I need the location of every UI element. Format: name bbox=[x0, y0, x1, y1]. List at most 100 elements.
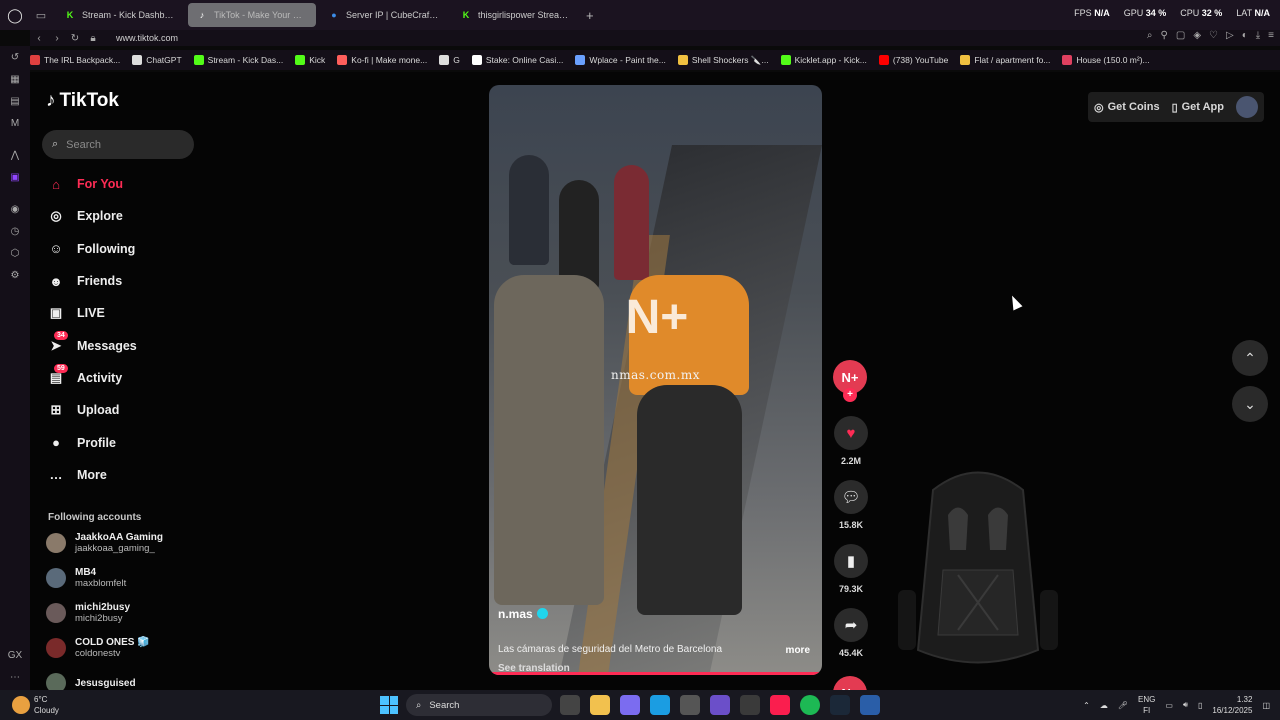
following-account[interactable]: JaakkoAA Gaming jaakkoaa_gaming_ bbox=[46, 528, 206, 558]
user-avatar[interactable] bbox=[1236, 96, 1258, 118]
chevron-up-icon[interactable]: ⌃ bbox=[1083, 701, 1090, 710]
taskbar-search[interactable]: ⌕ Search bbox=[406, 694, 552, 716]
tab-kick-dashboard[interactable]: K Stream - Kick Dashboard bbox=[56, 3, 184, 27]
following-account[interactable]: COLD ONES 🧊 coldonestv bbox=[46, 633, 206, 663]
gx-control-icon[interactable]: ⋀ bbox=[0, 144, 30, 166]
battery-icon[interactable]: ▯ bbox=[1198, 701, 1202, 710]
task-view-icon[interactable] bbox=[560, 695, 580, 715]
store-icon[interactable] bbox=[680, 695, 700, 715]
twitch-icon[interactable]: ▦ bbox=[0, 68, 30, 90]
extensions-icon[interactable]: ◐ bbox=[1242, 30, 1248, 41]
sidebar-item-explore[interactable]: ◎ Explore bbox=[46, 200, 196, 232]
heart-icon[interactable]: ♡ bbox=[1209, 30, 1218, 41]
bookmark-item[interactable]: Stake: Online Casi... bbox=[471, 55, 563, 65]
menu-icon[interactable]: ≡ bbox=[1268, 30, 1274, 41]
zoom-icon[interactable]: ⌕ bbox=[1147, 30, 1153, 41]
bookmark-item[interactable]: The IRL Backpack... bbox=[30, 55, 120, 65]
cube-icon[interactable]: ⬡ bbox=[0, 242, 30, 264]
tab-tiktok[interactable]: ♪ TikTok - Make Your Day bbox=[188, 3, 316, 27]
language-indicator[interactable]: ENG FI bbox=[1138, 694, 1155, 716]
tab-thisgirlispower[interactable]: K thisgirlispower Stream - V bbox=[452, 3, 580, 27]
opera-logo-icon[interactable]: ◯ bbox=[0, 0, 30, 30]
windows-start-icon[interactable] bbox=[380, 696, 398, 714]
search-placeholder: Search bbox=[66, 138, 102, 151]
volume-icon[interactable]: 🔊︎ bbox=[1183, 700, 1188, 710]
tab-cubecraft[interactable]: ● Server IP | CubeCraft Ga bbox=[320, 3, 448, 27]
caption-more-button[interactable]: more bbox=[786, 645, 810, 656]
bookmark-item[interactable]: Stream - Kick Das... bbox=[193, 55, 283, 65]
sidebar-more-icon[interactable]: ⋯ bbox=[0, 666, 30, 688]
video-progress-bar[interactable] bbox=[489, 672, 822, 675]
download-icon[interactable]: ⤓ bbox=[1256, 30, 1260, 41]
tiktok-logo[interactable]: ♪ TikTok bbox=[46, 90, 119, 112]
app-icon[interactable] bbox=[860, 695, 880, 715]
bookmark-item[interactable]: House (150.0 m²)... bbox=[1062, 55, 1150, 65]
sidebar-item-upload[interactable]: ⊞ Upload bbox=[46, 394, 196, 426]
sidebar-item-live[interactable]: ▣ LIVE bbox=[46, 297, 196, 329]
following-account[interactable]: michi2busy michi2busy bbox=[46, 598, 206, 628]
get-coins-button[interactable]: ◎ Get Coins bbox=[1094, 101, 1160, 114]
edge-icon[interactable] bbox=[650, 695, 670, 715]
player-sidebar-icon[interactable]: ◉ bbox=[0, 198, 30, 220]
video-author[interactable]: n.mas bbox=[498, 607, 548, 621]
search-input[interactable]: ⌕ Search bbox=[42, 130, 194, 159]
back-icon[interactable]: ‹ bbox=[30, 33, 48, 44]
copilot-icon[interactable] bbox=[620, 695, 640, 715]
weather-widget[interactable]: 6°C Cloudy bbox=[12, 694, 59, 716]
bookmark-item[interactable]: ChatGPT bbox=[132, 55, 182, 65]
creator-avatar[interactable]: N+ + bbox=[833, 360, 867, 402]
sidebar-item-activity[interactable]: ▤ 59 Activity bbox=[46, 362, 196, 394]
sidebar-item-more[interactable]: … More bbox=[46, 459, 196, 491]
clock-icon[interactable]: ◷ bbox=[0, 220, 30, 242]
history-icon[interactable]: ↺ bbox=[0, 46, 30, 68]
video-player[interactable]: N+ nmas.com.mx n.mas Las cámaras de segu… bbox=[489, 85, 822, 675]
microphone-icon[interactable]: 🎤︎ bbox=[1118, 701, 1128, 710]
player-icon[interactable]: ▷ bbox=[1226, 30, 1234, 41]
following-account[interactable]: MB4 maxblomfelt bbox=[46, 563, 206, 593]
snapshot-icon[interactable]: ▢ bbox=[1176, 30, 1185, 41]
app-icon[interactable] bbox=[740, 695, 760, 715]
app-icon[interactable] bbox=[710, 695, 730, 715]
steam-icon[interactable] bbox=[830, 695, 850, 715]
vpn-icon[interactable]: ◈ bbox=[1193, 30, 1201, 41]
sidebar-item-following[interactable]: ☺ Following bbox=[46, 233, 196, 265]
follow-plus-icon[interactable]: + bbox=[843, 388, 857, 402]
bookmark-item[interactable]: Ko-fi | Make mone... bbox=[337, 55, 427, 65]
bookmark-item[interactable]: G bbox=[439, 55, 460, 65]
twitch-sidebar-icon[interactable]: ▣ bbox=[0, 166, 30, 188]
bookmark-item[interactable]: Wplace - Paint the... bbox=[575, 55, 666, 65]
bookmark-item[interactable]: Flat / apartment fo... bbox=[960, 55, 1050, 65]
reload-icon[interactable]: ↻ bbox=[66, 33, 84, 44]
file-explorer-icon[interactable] bbox=[590, 695, 610, 715]
forward-icon[interactable]: › bbox=[48, 33, 66, 44]
workspaces-icon[interactable]: ▭ bbox=[30, 0, 52, 30]
bookmark-item[interactable]: Kick bbox=[295, 55, 325, 65]
clock[interactable]: 1.32 16/12/2025 bbox=[1212, 694, 1252, 716]
bookmark-item[interactable]: Kicklet.app - Kick... bbox=[780, 55, 867, 65]
share-icon[interactable]: ➦ bbox=[834, 608, 868, 642]
settings-icon[interactable]: ⚙ bbox=[0, 264, 30, 286]
get-app-button[interactable]: ▯ Get App bbox=[1172, 101, 1224, 114]
network-icon[interactable]: ▭ bbox=[1165, 701, 1173, 710]
bookmark-item[interactable]: Shell Shockers 🔪... bbox=[677, 55, 769, 66]
pinboard-icon[interactable]: ▤ bbox=[0, 90, 30, 112]
new-tab-button[interactable]: + bbox=[586, 8, 594, 23]
sidebar-item-friends[interactable]: ☻ Friends bbox=[46, 265, 196, 297]
like-icon[interactable]: ♥ bbox=[834, 416, 868, 450]
notification-icon[interactable]: ◫ bbox=[1262, 701, 1270, 710]
comment-icon[interactable]: 💬︎ bbox=[834, 480, 868, 514]
opera-gx-icon[interactable] bbox=[770, 695, 790, 715]
pin-icon[interactable]: ⚲ bbox=[1161, 30, 1168, 41]
next-video-button[interactable]: ⌄ bbox=[1232, 386, 1268, 422]
sidebar-item-for-you[interactable]: ⌂ For You bbox=[46, 168, 196, 200]
sidebar-item-profile[interactable]: ● Profile bbox=[46, 426, 196, 458]
bookmark-item[interactable]: (738) YouTube bbox=[878, 55, 948, 65]
sidebar-item-messages[interactable]: ➤ 34 Messages bbox=[46, 329, 196, 361]
url-field[interactable]: www.tiktok.com bbox=[116, 33, 178, 43]
gx-icon[interactable]: GX bbox=[0, 644, 30, 666]
messenger-icon[interactable]: M bbox=[0, 112, 30, 134]
spotify-icon[interactable] bbox=[800, 695, 820, 715]
onedrive-icon[interactable]: ☁ bbox=[1100, 701, 1108, 710]
bookmark-icon[interactable]: ▮ bbox=[834, 544, 868, 578]
previous-video-button[interactable]: ⌃ bbox=[1232, 340, 1268, 376]
